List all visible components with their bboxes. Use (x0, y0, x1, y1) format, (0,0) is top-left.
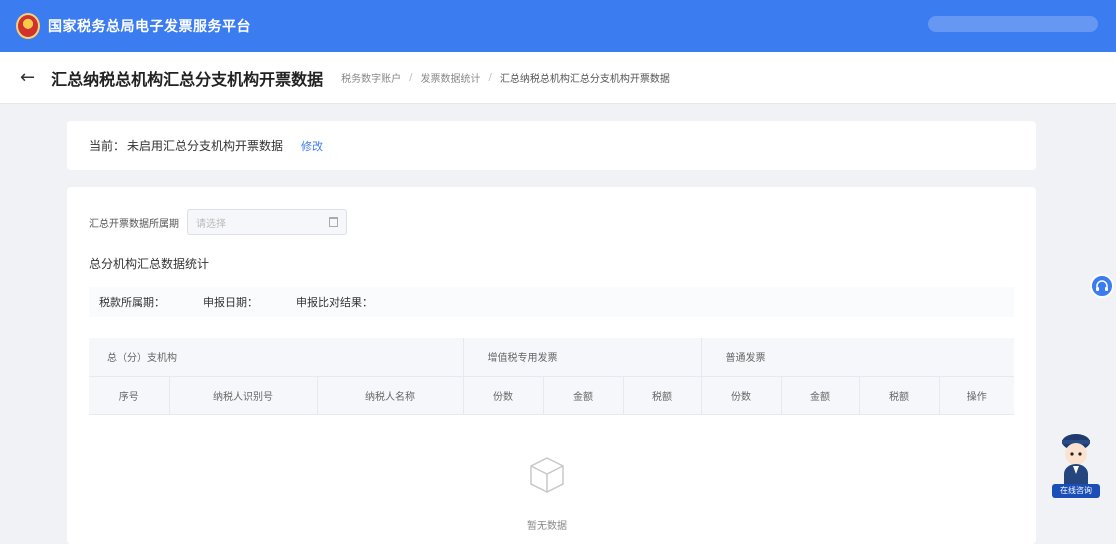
declaration-info-row: 税款所属期： 申报日期： 申报比对结果： (89, 287, 1014, 317)
calendar-icon (329, 217, 338, 227)
column-header-taxpayer-name: 纳税人名称 (317, 376, 464, 415)
period-date-input[interactable]: 请选择 (187, 209, 347, 235)
period-filter: 汇总开票数据所属期 请选择 (89, 209, 347, 235)
declare-date-label: 申报日期： (203, 296, 258, 309)
column-header-special-amount: 金额 (543, 376, 624, 415)
group-header-special-invoice: 增值税专用发票 (463, 338, 702, 377)
assistant-label: 在线咨询 (1052, 484, 1100, 498)
headset-glyph (1096, 280, 1108, 291)
summary-data-card: 汇总开票数据所属期 请选择 总分机构汇总数据统计 税款所属期： 申报日期： 申报… (67, 187, 1036, 544)
breadcrumb-item-current: 汇总纳税总机构汇总分支机构开票数据 (499, 74, 670, 85)
current-status-value: 未启用汇总分支机构开票数据 (127, 139, 284, 153)
headset-icon[interactable] (1090, 274, 1114, 298)
status-card: 当前： 未启用汇总分支机构开票数据 修改 (67, 121, 1036, 170)
online-assistant[interactable]: 在线咨询 (1052, 428, 1100, 498)
tax-emblem-icon (16, 13, 40, 39)
table-column-header-row: 序号 纳税人识别号 纳税人名称 份数 金额 税额 份数 金额 税额 操作 (89, 376, 1014, 415)
breadcrumb: 税务数字账户 / 发票数据统计 / 汇总纳税总机构汇总分支机构开票数据 (341, 70, 670, 85)
top-header-bar: 国家税务总局电子发票服务平台 (0, 0, 1116, 52)
page-title: 汇总纳税总机构汇总分支机构开票数据 (51, 69, 324, 89)
breadcrumb-item-stats[interactable]: 发票数据统计 (420, 70, 480, 85)
table-group-header-row: 总（分）支机构 增值税专用发票 普通发票 (89, 338, 1014, 377)
arrow-left-icon[interactable]: ← (20, 67, 35, 88)
empty-state-text: 暂无数据 (527, 521, 567, 532)
column-header-normal-count: 份数 (701, 376, 782, 415)
column-header-index: 序号 (89, 376, 170, 415)
column-header-special-count: 份数 (463, 376, 544, 415)
breadcrumb-separator: / (409, 72, 413, 83)
empty-state: 暂无数据 (507, 455, 587, 532)
section-title: 总分机构汇总数据统计 (89, 257, 210, 271)
tax-period-label: 税款所属期： (99, 296, 165, 309)
current-status-label: 当前： (89, 139, 126, 153)
compare-result-label: 申报比对结果： (296, 296, 373, 309)
breadcrumb-separator: / (488, 72, 492, 83)
column-header-action: 操作 (939, 376, 1014, 415)
period-filter-label: 汇总开票数据所属期 (89, 218, 179, 230)
page-header: ← 汇总纳税总机构汇总分支机构开票数据 税务数字账户 / 发票数据统计 / 汇总… (0, 52, 1116, 104)
user-info-area[interactable] (928, 16, 1098, 32)
assistant-avatar-icon (1062, 434, 1090, 486)
summary-table: 总（分）支机构 增值税专用发票 普通发票 序号 纳税人识别号 纳税人名称 份数 … (89, 338, 1014, 415)
group-header-normal-invoice: 普通发票 (701, 338, 1014, 377)
group-header-branch: 总（分）支机构 (89, 338, 464, 377)
period-date-placeholder: 请选择 (196, 218, 226, 230)
empty-box-icon (530, 457, 564, 493)
modify-link[interactable]: 修改 (301, 138, 323, 154)
column-header-special-tax: 税额 (623, 376, 702, 415)
column-header-normal-amount: 金额 (781, 376, 860, 415)
site-title: 国家税务总局电子发票服务平台 (48, 19, 251, 35)
breadcrumb-item-account[interactable]: 税务数字账户 (341, 70, 401, 85)
column-header-normal-tax: 税额 (859, 376, 940, 415)
column-header-taxpayer-id: 纳税人识别号 (169, 376, 318, 415)
